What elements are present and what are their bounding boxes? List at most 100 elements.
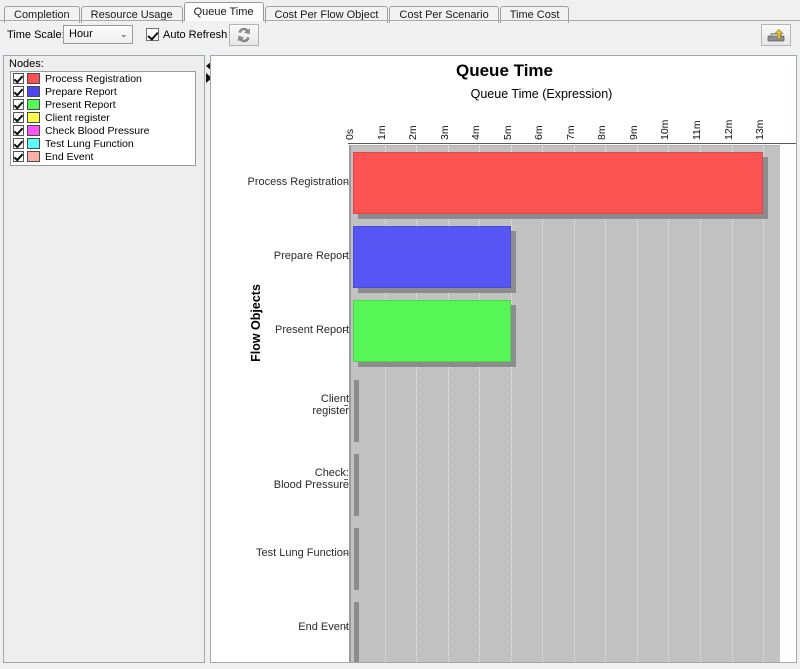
- chart-bar: [353, 597, 359, 662]
- refresh-icon: [237, 27, 251, 43]
- y-axis-tick-mark: [344, 182, 348, 184]
- y-axis-tick-label-line: register: [312, 404, 349, 417]
- chart-title: Queue Time: [456, 61, 553, 80]
- plot-gridline: [573, 146, 576, 662]
- y-axis-tick-label-line: Check:: [314, 466, 349, 479]
- node-label: Client register: [45, 111, 110, 124]
- chart-bar-shadow: [354, 527, 359, 590]
- node-color-swatch: [27, 86, 40, 97]
- tab-label: Queue Time: [193, 6, 254, 18]
- plot-gridline: [542, 146, 544, 662]
- chart-bar-shadow: [354, 453, 359, 516]
- analysis-tab-bar: Completion Resource Usage Queue Time Cost P…: [0, 0, 800, 23]
- plot-gridline: [731, 146, 734, 662]
- plot-gridline: [636, 146, 639, 662]
- y-axis-tick-mark: [344, 478, 348, 480]
- x-axis-tick-label: 9m: [627, 125, 640, 140]
- plot-gridline: [416, 146, 418, 662]
- node-label: Process Registration: [45, 72, 142, 85]
- x-axis-tick-label: 11m: [690, 120, 703, 140]
- y-axis-tick-mark: [344, 626, 348, 628]
- x-axis-tick-label: 1m: [375, 125, 388, 140]
- node-visibility-checkbox[interactable]: [13, 86, 24, 97]
- y-axis-tick-label-line: Test Lung Function: [256, 546, 349, 559]
- auto-refresh-label: Auto Refresh: [163, 28, 228, 41]
- x-axis-tick-label: 2m: [407, 125, 420, 140]
- refresh-button[interactable]: [229, 24, 259, 46]
- y-axis-tick-label-line: End Event: [298, 620, 349, 633]
- y-axis-tick-label: Prepare Report: [219, 250, 349, 262]
- chart-x-axis-title: Queue Time (Expression): [470, 87, 613, 101]
- node-color-swatch: [27, 99, 40, 110]
- node-list-item[interactable]: Client register: [11, 111, 195, 124]
- chart-toolbar: Time Scale: Hour ⌄ Auto Refresh: [0, 21, 800, 53]
- chart-bar: [353, 523, 359, 590]
- chart-bar-shadow: [358, 288, 516, 294]
- plot-gridline: [447, 146, 450, 662]
- x-axis-tick-labels: 0s 1m 2m 3m 4m 5m 6m 7m 8m 9m 10m 11m 12m 13m: [211, 102, 796, 190]
- node-list-item[interactable]: Prepare Report: [11, 85, 195, 98]
- chart-bar: [353, 226, 516, 294]
- nodes-checkbox-list[interactable]: Process Registration Prepare Report Presen…: [10, 71, 196, 166]
- chart-bar-fill: [353, 226, 511, 289]
- chart-plot-area: [349, 145, 780, 662]
- plot-gridline: [384, 146, 387, 662]
- x-axis-tick-label: 0s: [344, 128, 356, 140]
- x-axis-tick-label: 8m: [596, 125, 609, 140]
- x-axis-tick-label: 5m: [501, 125, 514, 140]
- node-label: Test Lung Function: [45, 137, 134, 150]
- tab-queue-time[interactable]: Queue Time: [183, 2, 264, 21]
- y-axis-tick-label: Test Lung Function: [219, 547, 349, 559]
- y-axis-tick-mark: [344, 330, 348, 332]
- chart-bar: [353, 300, 516, 368]
- node-list-item[interactable]: Test Lung Function: [11, 137, 195, 150]
- chart-bar: [353, 375, 359, 442]
- node-label: Check Blood Pressure: [45, 124, 150, 137]
- y-axis-tick-label: End Event: [219, 621, 349, 633]
- node-list-item[interactable]: Process Registration: [11, 72, 195, 85]
- chart-bar-shadow: [354, 601, 359, 662]
- chart-bar-fill: [353, 300, 511, 363]
- time-scale-value: Hour: [69, 28, 93, 40]
- node-list-item[interactable]: End Event: [11, 150, 195, 163]
- auto-refresh-checkbox[interactable]: Auto Refresh: [146, 26, 227, 43]
- x-axis-tick-label: 13m: [754, 119, 767, 140]
- node-visibility-checkbox[interactable]: [13, 99, 24, 110]
- auto-refresh-checkbox-box[interactable]: [146, 28, 159, 41]
- node-label: Present Report: [45, 98, 116, 111]
- y-axis-tick-mark: [344, 552, 348, 554]
- node-visibility-checkbox[interactable]: [13, 138, 24, 149]
- export-button[interactable]: [761, 24, 791, 46]
- x-axis-tick-label: 10m: [659, 119, 672, 140]
- y-axis-tick-mark: [344, 256, 348, 258]
- queue-time-chart-panel: Queue Time Queue Time (Expression) 0s 1m 2…: [210, 55, 797, 663]
- node-color-swatch: [27, 125, 40, 136]
- x-axis-tick-label: 6m: [533, 125, 546, 140]
- y-axis-tick-label: Process Registration: [219, 176, 350, 188]
- plot-gridline: [605, 146, 607, 662]
- y-axis-tick-label-line: Present Report: [275, 324, 349, 337]
- node-visibility-checkbox[interactable]: [13, 112, 24, 123]
- chart-bar-shadow: [510, 231, 516, 294]
- plot-gridline: [510, 146, 513, 662]
- x-axis-tick-label: 3m: [438, 125, 451, 140]
- time-scale-select[interactable]: Hour ⌄: [63, 25, 133, 44]
- node-visibility-checkbox[interactable]: [13, 73, 24, 84]
- x-axis-tick-label: 4m: [470, 125, 483, 140]
- chart-bar: [353, 152, 769, 220]
- y-axis-tick-mark: [344, 404, 348, 406]
- node-list-item[interactable]: Check Blood Pressure: [11, 124, 195, 137]
- node-visibility-checkbox[interactable]: [13, 151, 24, 162]
- nodes-sidebar-panel: Nodes: Process Registration Prepare Repor…: [3, 55, 205, 663]
- nodes-panel-label: Nodes:: [9, 58, 44, 70]
- node-list-item[interactable]: Present Report: [11, 98, 195, 111]
- export-icon: [767, 29, 785, 42]
- chart-bar-shadow: [358, 362, 516, 368]
- chart-bar-fill: [353, 152, 764, 215]
- chart-bar-shadow: [510, 305, 516, 368]
- y-axis-tick-label: Check: Blood Pressure: [219, 467, 349, 491]
- y-axis-tick-label-line: Blood Pressure: [273, 478, 349, 491]
- time-scale-label: Time Scale:: [7, 29, 65, 41]
- chevron-down-icon: ⌄: [120, 29, 128, 39]
- node-visibility-checkbox[interactable]: [13, 125, 24, 136]
